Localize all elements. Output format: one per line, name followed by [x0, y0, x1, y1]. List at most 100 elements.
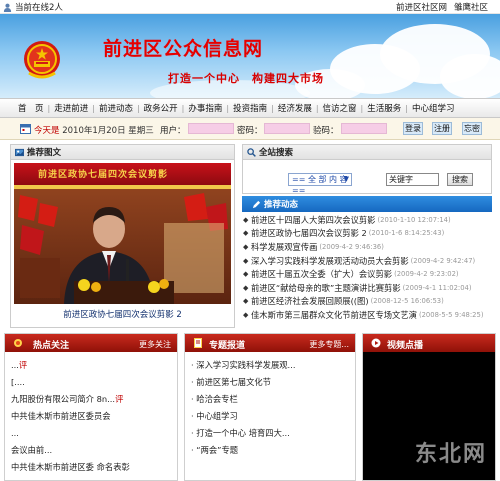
document-icon: [194, 338, 202, 348]
search-scope-select[interactable]: == 全 部 内 容 == ▼: [288, 173, 352, 195]
nav-service-guide[interactable]: 办事指南: [188, 102, 222, 114]
captcha-label: 验码：: [313, 126, 339, 136]
news-item[interactable]: ◆ 科学发展观宣传画 (2009-4-2 9:46:36): [242, 240, 492, 254]
site-banner: 前进区公众信息网 打造一个中心 构建四大市场: [0, 14, 500, 98]
news-item-title: 前进区政协七届四次会议剪影 2: [251, 228, 367, 239]
username-label: 用户：: [160, 126, 186, 136]
forum-link[interactable]: 雏鹰社区: [454, 1, 488, 13]
featured-photo-title: 推荐图文: [27, 148, 62, 158]
nav-life-service[interactable]: 生活服务: [367, 102, 401, 114]
list-item[interactable]: · 哈洽会专栏: [185, 390, 355, 407]
list-item[interactable]: ... 评: [5, 356, 177, 373]
current-date: 今天是 2010年1月20日 星期三: [34, 124, 154, 136]
list-item[interactable]: · 中心组学习: [185, 407, 355, 424]
recommended-news-header: 推荐动态: [242, 196, 492, 212]
news-item[interactable]: ◆ 深入学习实践科学发展观活动动员大会剪影 (2009-4-2 9:42:47): [242, 254, 492, 268]
site-title: 前进区公众信息网: [103, 38, 264, 60]
video-on-demand-title: 视频点播: [387, 341, 424, 351]
nav-about[interactable]: 走进前进: [54, 102, 88, 114]
search-icon: [247, 147, 256, 157]
special-reports-more-link[interactable]: 更多专题...: [309, 339, 349, 350]
list-item[interactable]: ...: [5, 424, 177, 441]
play-icon: [371, 338, 381, 348]
hot-topics-title: 热点关注: [33, 341, 70, 351]
special-reports-title: 专题报道: [209, 341, 246, 351]
special-reports-list: · 深入学习实践科学发展观... · 前进区第七届文化节 · 哈洽会专栏 · 中…: [185, 352, 355, 458]
forgot-password-button[interactable]: 忘密: [462, 122, 482, 135]
hot-topics-more-link[interactable]: 更多关注: [139, 339, 171, 350]
password-input[interactable]: [264, 123, 310, 134]
login-button[interactable]: 登录: [403, 122, 423, 135]
site-slogan: 打造一个中心 构建四大市场: [168, 72, 324, 85]
list-item[interactable]: [....: [5, 373, 177, 390]
recommended-news-title: 推荐动态: [264, 200, 299, 210]
search-input[interactable]: 关键字: [386, 173, 439, 186]
news-item-title: 前进区十四届人大第四次会议剪影: [251, 214, 376, 225]
news-item-date: (2009-4-1 11:02:04): [402, 283, 472, 292]
photo-icon: [15, 148, 24, 156]
site-search-title: 全站搜索: [259, 148, 294, 158]
search-scope-value: == 全 部 内 容 ==: [292, 175, 348, 195]
video-on-demand-panel: 视频点播 东北网: [362, 333, 496, 481]
news-item[interactable]: ◆ 前进区“献给母亲的歌”主题演讲比赛剪影 (2009-4-1 11:02:04): [242, 281, 492, 295]
featured-photo-caption[interactable]: 前进区政协七届四次会议剪影 2: [11, 308, 234, 320]
nav-economy[interactable]: 经济发展: [278, 102, 312, 114]
news-item-date: (2009-4-2 9:42:47): [410, 256, 476, 265]
nav-home[interactable]: 首 页: [18, 102, 44, 114]
news-item[interactable]: ◆ 前进区政协七届四次会议剪影 2 (2010-1-6 8:14:25:43): [242, 227, 492, 241]
bullet-icon: ◆: [243, 283, 249, 292]
list-item[interactable]: · 深入学习实践科学发展观...: [185, 356, 355, 373]
nav-study-group[interactable]: 中心组学习: [412, 102, 455, 114]
list-item[interactable]: 会议由前...: [5, 441, 177, 458]
search-button[interactable]: 搜索: [447, 173, 473, 186]
news-item-title: 佳木斯市第三届群众文化节前进区专场文艺演: [251, 309, 417, 320]
captcha-input[interactable]: [341, 123, 387, 134]
news-item-date: (2008-12-5 16:06:53): [370, 297, 444, 306]
news-item-title: 科学发展观宣传画: [251, 241, 318, 252]
news-item[interactable]: ◆ 前进区十四届人大第四次会议剪影 (2010-1-10 12:07:14): [242, 213, 492, 227]
bullet-icon: ◆: [243, 310, 249, 319]
nav-government-affairs[interactable]: 政务公开: [144, 102, 178, 114]
featured-photo-header: 推荐图文: [11, 145, 234, 160]
top-bar: 当前在线2人 前进区社区网 雏鹰社区: [0, 0, 500, 14]
list-item[interactable]: · 前进区第七届文化节: [185, 373, 355, 390]
national-emblem-icon: [24, 41, 60, 79]
hot-topics-header: 热点关注 更多关注: [5, 334, 177, 352]
comment-tag[interactable]: 评: [115, 393, 123, 405]
special-reports-header: 专题报道 更多专题...: [185, 334, 355, 352]
news-item-date: (2008-5-5 9:48:25): [418, 310, 484, 319]
nav-investment-guide[interactable]: 投资指南: [233, 102, 267, 114]
hot-topics-panel: 热点关注 更多关注 ... 评 [.... 九阳股份有限公司简介 8n... 评 中…: [4, 333, 178, 481]
list-item[interactable]: · “两会”专题: [185, 441, 355, 458]
list-item[interactable]: 九阳股份有限公司简介 8n... 评: [5, 390, 177, 407]
user-icon: [3, 3, 12, 12]
bullet-icon: ◆: [243, 297, 249, 306]
username-input[interactable]: [188, 123, 234, 134]
community-link[interactable]: 前进区社区网: [396, 1, 447, 13]
register-button[interactable]: 注册: [432, 122, 452, 135]
bullet-icon: ◆: [243, 229, 249, 238]
password-label: 密码：: [237, 126, 263, 136]
flame-icon: [14, 339, 22, 347]
featured-photo[interactable]: 前进区政协七届四次会议剪影: [14, 163, 231, 304]
login-bar: 今天是 2010年1月20日 星期三 用户： 密码： 验码： 登录 注册 忘密: [0, 118, 500, 140]
news-item[interactable]: ◆ 前进区十届五次全委（扩大）会议剪影 (2009-4-2 9:23:02): [242, 267, 492, 281]
site-search-panel: 全站搜索 == 全 部 内 容 == ▼ 关键字 搜索: [242, 144, 492, 195]
video-player[interactable]: 东北网: [363, 352, 495, 480]
news-item-title: 前进区十届五次全委（扩大）会议剪影: [251, 269, 393, 280]
list-item[interactable]: · 打造一个中心 培育四大...: [185, 424, 355, 441]
list-item[interactable]: 中共佳木斯市前进区委员会: [5, 407, 177, 424]
news-item-date: (2009-4-2 9:46:36): [319, 242, 384, 251]
news-item-date: (2010-1-6 8:14:25:43): [368, 229, 445, 238]
list-item[interactable]: 中共佳木斯市前进区委 命名表彰: [5, 458, 177, 475]
chevron-down-icon: ▼: [343, 175, 349, 183]
featured-photo-image: [14, 163, 231, 304]
online-count-text: 当前在线2人: [15, 3, 63, 13]
nav-news[interactable]: 前进动态: [99, 102, 133, 114]
news-item[interactable]: ◆ 佳木斯市第三届群众文化节前进区专场文艺演 (2008-5-5 9:48:25): [242, 308, 492, 322]
video-on-demand-header: 视频点播: [363, 334, 495, 352]
comment-tag[interactable]: 评: [19, 359, 27, 371]
nav-petition[interactable]: 信访之窗: [323, 102, 357, 114]
news-item[interactable]: ◆ 前进区经济社会发展回顾展((图) (2008-12-5 16:06:53): [242, 295, 492, 309]
today-label: 今天是: [34, 126, 60, 136]
